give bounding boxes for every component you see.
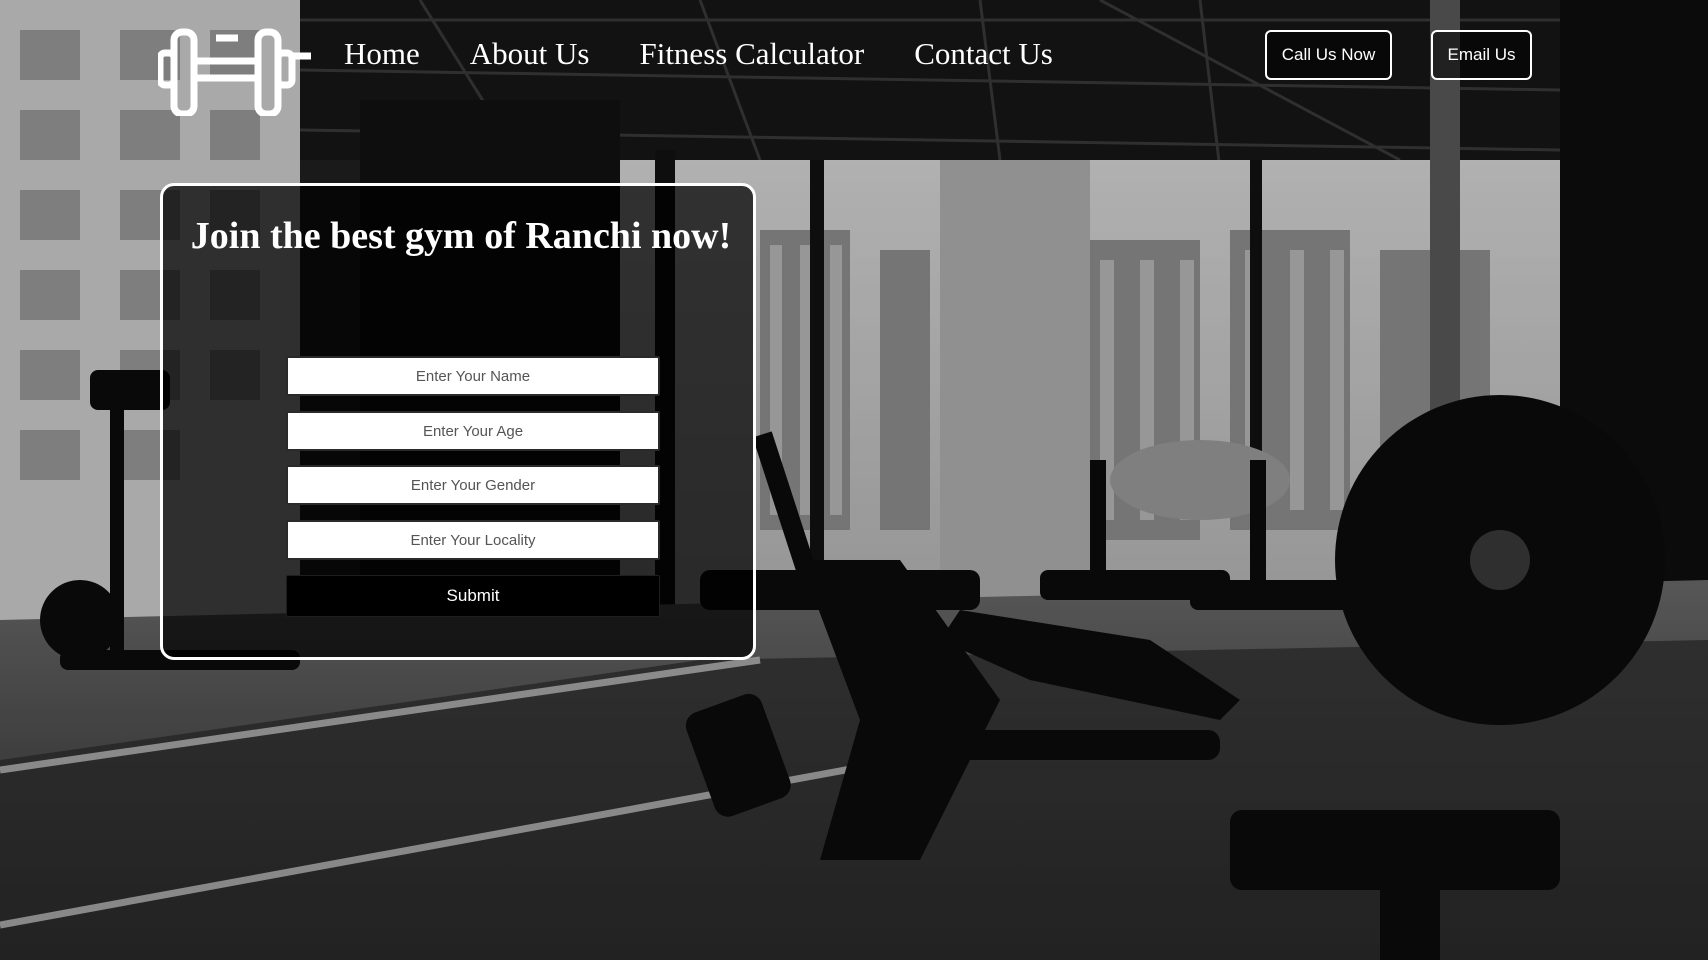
age-input[interactable] [286, 411, 660, 451]
top-navbar: Home About Us Fitness Calculator Contact… [0, 0, 1708, 118]
nav-link-contact-us[interactable]: Contact Us [914, 36, 1053, 71]
email-us-button[interactable]: Email Us [1431, 30, 1532, 80]
locality-input[interactable] [286, 520, 660, 560]
gender-input[interactable] [286, 465, 660, 505]
name-input[interactable] [286, 356, 660, 396]
dumbbell-logo-icon[interactable] [156, 26, 313, 118]
nav-item-contact: Contact Us [914, 34, 1053, 74]
nav-item-home: Home [344, 34, 420, 74]
nav-item-about: About Us [470, 34, 590, 74]
nav-link-home[interactable]: Home [344, 36, 420, 71]
nav-link-fitness-calculator[interactable]: Fitness Calculator [639, 36, 864, 71]
call-us-button[interactable]: Call Us Now [1265, 30, 1392, 80]
submit-button[interactable]: Submit [286, 575, 660, 617]
join-form-title: Join the best gym of Ranchi now! [190, 215, 732, 257]
join-form-card: Join the best gym of Ranchi now! Submit [160, 183, 756, 660]
nav-item-fitness-calculator: Fitness Calculator [639, 34, 864, 74]
main-nav: Home About Us Fitness Calculator Contact… [344, 34, 1053, 74]
nav-link-about-us[interactable]: About Us [470, 36, 590, 71]
